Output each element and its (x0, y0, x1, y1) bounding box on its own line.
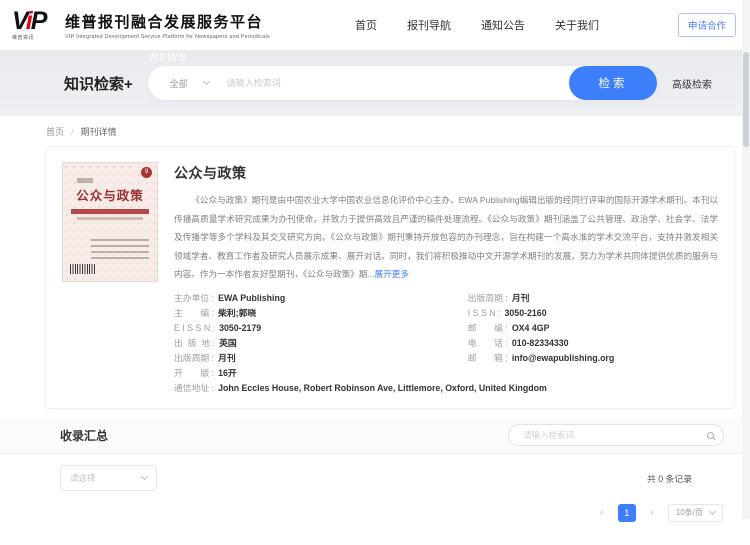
vertical-scrollbar[interactable] (742, 0, 750, 519)
cover-article-list-decoration (91, 239, 149, 263)
collection-header: 收录汇总 (0, 418, 750, 454)
field-email: 邮 箱 :info@ewapublishing.org (468, 351, 718, 366)
collection-title: 收录汇总 (60, 427, 108, 444)
search-category-value: 全部 (170, 77, 188, 90)
field-publish-cycle: 出版周期 :月刊 (174, 351, 468, 366)
page-size-value: 10条/页 (676, 507, 703, 518)
search-banner: NEWS 知识检索+ 全部 检索 高级检索 (0, 50, 750, 116)
field-publish-cycle-right: 出版周期 :月刊 (468, 291, 718, 306)
vip-logo-icon: ViP 维普资讯 (12, 9, 58, 41)
site-subtitle: VIP Integrated Development Service Platf… (65, 34, 270, 40)
breadcrumb-home[interactable]: 首页 (46, 125, 64, 138)
nav-item-periodical-navigation[interactable]: 报刊导航 (407, 17, 451, 33)
cover-band-decoration (71, 209, 149, 214)
logo-text: 维普报刊融合发展服务平台 VIP Integrated Development … (65, 11, 270, 40)
chevron-down-icon (141, 472, 148, 479)
journal-title: 公众与政策 (174, 163, 718, 183)
main-nav: 首页 报刊导航 通知公告 关于我们 (355, 17, 599, 33)
field-format: 开 版 :16开 (174, 366, 468, 381)
fields-right-column: 出版周期 :月刊 I S S N :3050-2160 邮 编 :OX4 4GP… (468, 291, 718, 381)
cover-issue-badge: 9 (141, 167, 152, 178)
breadcrumb-separator: / (71, 127, 74, 137)
filter-select[interactable]: 请选择 (60, 465, 157, 491)
logo-mark-caption: 维普资讯 (12, 34, 58, 41)
field-chief-editor: 主 编 :柴利;郭晓 (174, 306, 468, 321)
search-button[interactable]: 检索 (569, 66, 657, 100)
filter-select-value: 请选择 (70, 472, 96, 484)
field-sponsor: 主办单位 :EWA Publishing (174, 291, 468, 306)
nav-item-home[interactable]: 首页 (355, 17, 377, 33)
field-publish-place: 出 版 地 :英国 (174, 336, 468, 351)
header: ViP 维普资讯 维普报刊融合发展服务平台 VIP Integrated Dev… (0, 0, 750, 50)
field-mailing-address: 通信地址 :John Eccles House, Robert Robinson… (174, 381, 718, 396)
collection-section: 收录汇总 请选择 共 0 条记录 ‹ 1 › 10条/页 (0, 418, 750, 545)
search-icon[interactable] (707, 432, 714, 439)
chevron-down-icon (709, 507, 716, 514)
logo-letter-p: P (31, 7, 46, 35)
breadcrumb: 首页 / 期刊详情 (0, 116, 750, 146)
collection-body: 请选择 共 0 条记录 ‹ 1 › 10条/页 (0, 454, 750, 545)
journal-info: 公众与政策 《公众与政策》期刊是由中国农业大学中国农业信息化评价中心主办，EWA… (174, 162, 718, 396)
news-watermark: NEWS (150, 52, 187, 64)
apply-cooperation-button[interactable]: 申请合作 (678, 13, 736, 37)
search-input[interactable] (225, 77, 569, 89)
field-issn: I S S N :3050-2160 (468, 306, 718, 321)
nav-item-notices[interactable]: 通知公告 (481, 17, 525, 33)
fields-left-column: 主办单位 :EWA Publishing 主 编 :柴利;郭晓 E I S S … (174, 291, 468, 381)
nav-item-about-us[interactable]: 关于我们 (555, 17, 599, 33)
chevron-down-icon (203, 78, 210, 85)
barcode-icon (70, 264, 96, 274)
expand-more-link[interactable]: 展开更多 (375, 269, 409, 279)
site-title: 维普报刊融合发展服务平台 (65, 11, 270, 32)
collection-search-box (508, 424, 724, 446)
journal-detail-card: 9 公众与政策 公众与政策 《公众与政策》期刊是由中国农业大学中国农业信息化评价… (45, 146, 735, 409)
search-bar: 全部 检索 (148, 66, 657, 100)
scrollbar-thumb[interactable] (743, 52, 749, 147)
total-records-text: 共 0 条记录 (647, 472, 692, 485)
journal-description: 《公众与政策》期刊是由中国农业大学中国农业信息化评价中心主办，EWA Publi… (174, 191, 718, 284)
journal-cover-image: 9 公众与政策 (62, 162, 158, 282)
logo-letter-v: V (12, 7, 26, 35)
collection-search-input[interactable] (521, 429, 707, 441)
search-category-select[interactable]: 全部 (148, 77, 225, 90)
field-eissn: E I S S N :3050-2179 (174, 321, 468, 336)
cover-masthead: 公众与政策 (63, 185, 157, 204)
breadcrumb-current: 期刊详情 (81, 125, 117, 138)
knowledge-search-label: 知识检索+ (64, 73, 133, 94)
field-postcode: 邮 编 :OX4 4GP (468, 321, 718, 336)
advanced-search-link[interactable]: 高级检索 (672, 76, 712, 91)
journal-fields: 主办单位 :EWA Publishing 主 编 :柴利;郭晓 E I S S … (174, 291, 718, 396)
cover-subline-decoration (77, 217, 143, 220)
cover-tag-decoration (77, 178, 93, 183)
journal-description-text: 《公众与政策》期刊是由中国农业大学中国农业信息化评价中心主办，EWA Publi… (174, 195, 718, 279)
field-phone: 电 话 :010-82334330 (468, 336, 718, 351)
site-logo[interactable]: ViP 维普资讯 维普报刊融合发展服务平台 VIP Integrated Dev… (12, 9, 270, 41)
